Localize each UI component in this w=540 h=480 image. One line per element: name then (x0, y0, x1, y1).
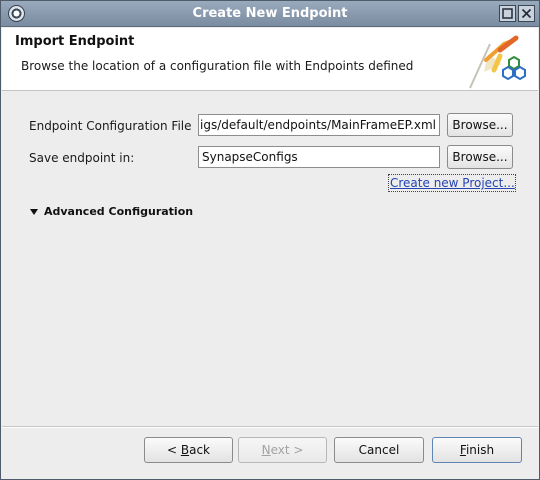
back-button[interactable]: < Back (144, 437, 233, 463)
dialog-window: Create New Endpoint Import Endpoint Brow… (0, 0, 540, 480)
advanced-configuration-toggle[interactable]: Advanced Configuration (44, 205, 193, 218)
page-description: Browse the location of a configuration f… (21, 59, 414, 73)
config-file-value: igs/default/endpoints/MainFrameEP.xml (200, 118, 436, 132)
close-icon (521, 8, 532, 19)
button-bar-separator (2, 426, 538, 428)
page-title: Import Endpoint (15, 34, 135, 49)
save-in-input[interactable]: SynapseConfigs (198, 146, 440, 168)
wizard-header: Import Endpoint Browse the location of a… (2, 28, 538, 91)
maximize-button[interactable] (499, 5, 516, 22)
close-button[interactable] (518, 5, 535, 22)
create-new-project-link[interactable]: Create new Project... (390, 176, 515, 190)
config-file-browse-button[interactable]: Browse... (447, 113, 513, 137)
title-bar[interactable]: Create New Endpoint (1, 1, 539, 27)
wizard-banner-icon (469, 35, 526, 89)
finish-button[interactable]: Finish (432, 437, 522, 463)
config-file-input[interactable]: igs/default/endpoints/MainFrameEP.xml (198, 114, 440, 136)
config-file-label: Endpoint Configuration File (29, 119, 192, 133)
window-title: Create New Endpoint (192, 6, 348, 21)
cancel-button[interactable]: Cancel (334, 437, 424, 463)
expand-triangle-icon[interactable] (30, 209, 38, 215)
save-in-label: Save endpoint in: (29, 151, 135, 165)
save-in-browse-button[interactable]: Browse... (447, 145, 513, 169)
next-button[interactable]: Next > (238, 437, 327, 463)
maximize-icon (502, 8, 513, 19)
